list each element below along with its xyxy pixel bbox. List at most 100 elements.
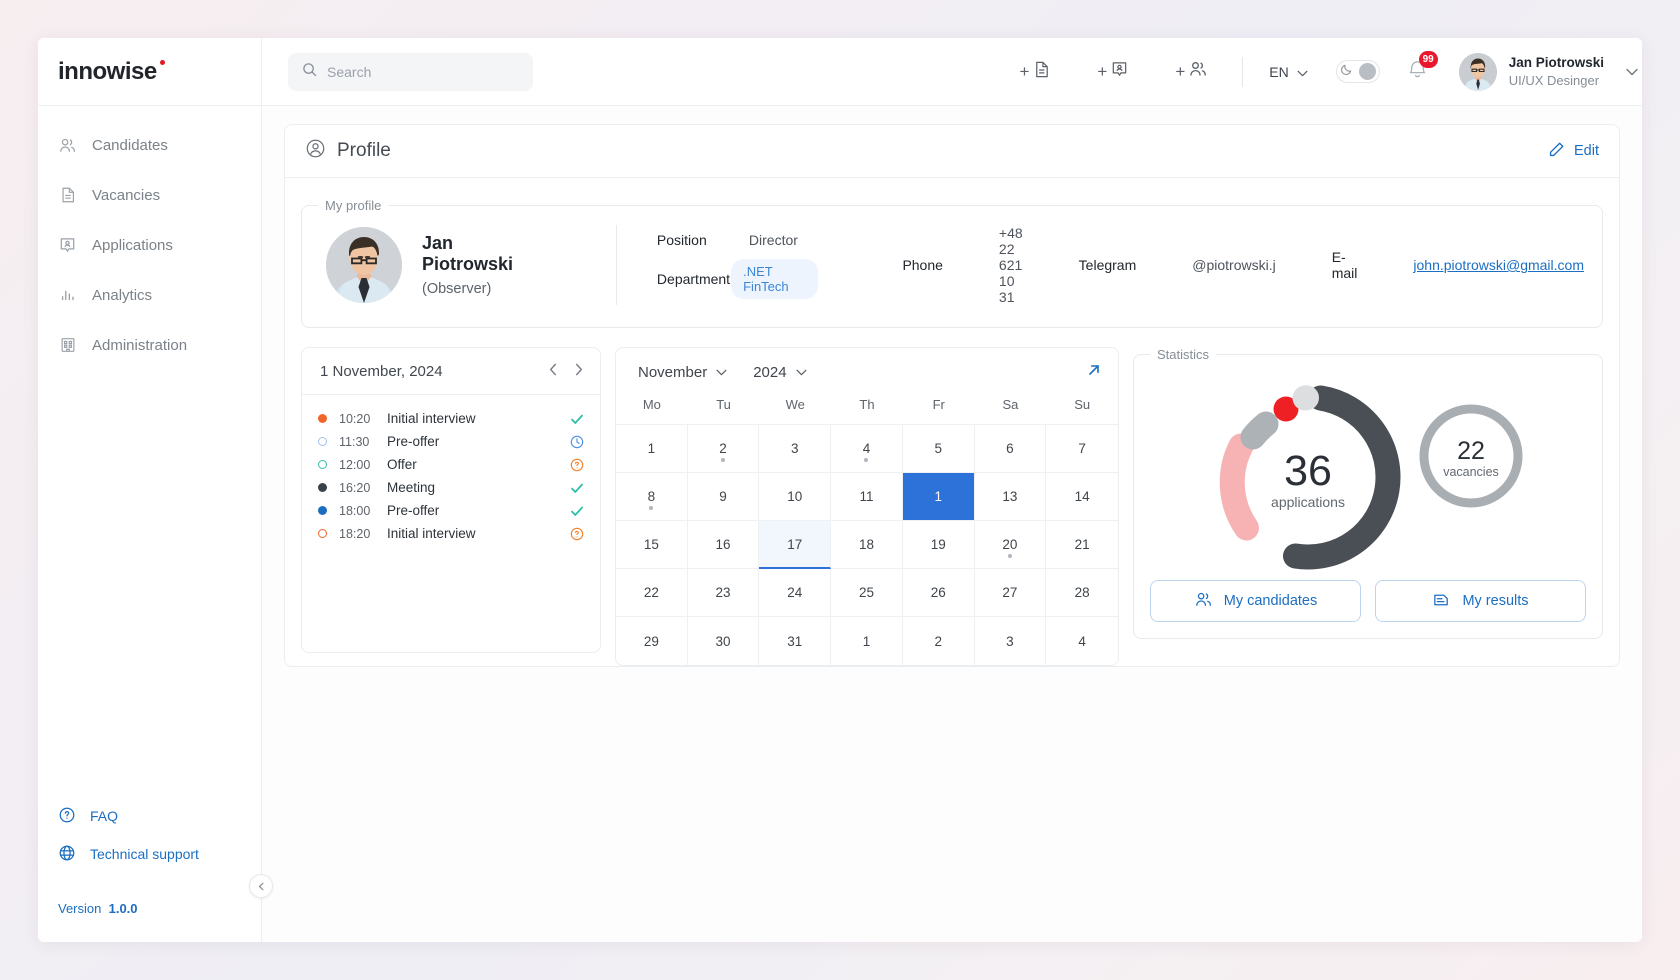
calendar-day-cell[interactable]: 22: [616, 569, 688, 617]
dark-mode-toggle[interactable]: [1335, 60, 1380, 83]
calendar-day-cell[interactable]: 4: [1046, 617, 1118, 665]
events-prev-button[interactable]: [548, 363, 558, 380]
user-menu[interactable]: Jan Piotrowski UI/UX Desinger: [1458, 52, 1604, 91]
calendar-day-cell[interactable]: 24: [759, 569, 832, 617]
document-icon: [58, 186, 77, 205]
calendar-day-number: 4: [1078, 633, 1086, 649]
calendar-day-cell[interactable]: 31: [759, 617, 832, 665]
calendar-day-cell[interactable]: 2: [903, 617, 975, 665]
clock-icon: [570, 435, 584, 448]
sidebar-collapse-button[interactable]: [249, 874, 273, 898]
calendar-day-cell[interactable]: 23: [687, 569, 760, 617]
calendar-day-cell[interactable]: 13: [974, 473, 1047, 521]
add-document-button[interactable]: +: [1019, 60, 1051, 84]
app-logo[interactable]: innowise: [58, 58, 165, 86]
edit-label: Edit: [1574, 143, 1599, 159]
top-header: innowise +: [38, 38, 1642, 106]
statistics-charts: 36 applications 22 vacancies: [1150, 374, 1586, 580]
edit-button[interactable]: Edit: [1548, 141, 1599, 162]
events-next-button[interactable]: [574, 363, 584, 380]
calendar-day-cell[interactable]: 15: [616, 521, 688, 569]
chevron-right-icon: [575, 363, 583, 375]
calendar-day-cell[interactable]: 3: [759, 425, 832, 473]
add-application-button[interactable]: +: [1097, 60, 1129, 84]
profile-panel: Profile Edit My profile Jan Piotrowski (…: [284, 124, 1620, 667]
calendar-day-cell[interactable]: 20: [974, 521, 1047, 569]
sidebar-item-technical-support[interactable]: Technical support: [38, 835, 261, 873]
calendar-day-cell[interactable]: 14: [1046, 473, 1118, 521]
calendar-month-select[interactable]: November: [638, 364, 727, 381]
calendar-weekday: Th: [859, 397, 875, 412]
expand-arrow-icon: [1089, 365, 1099, 375]
calendar-weekday: Fr: [932, 397, 945, 412]
version-info: Version 1.0.0: [38, 901, 261, 916]
sidebar: Candidates Vacancies Applications Analyt…: [38, 106, 273, 942]
sidebar-item-vacancies[interactable]: Vacancies: [38, 170, 261, 220]
question-circle-icon: [58, 806, 76, 827]
event-row[interactable]: 18:00 Pre-offer: [318, 499, 584, 522]
sidebar-item-applications[interactable]: Applications: [38, 220, 261, 270]
sidebar-item-administration[interactable]: Administration: [38, 320, 261, 370]
event-row[interactable]: 11:30 Pre-offer: [318, 430, 584, 453]
calendar-day-cell[interactable]: 16: [687, 521, 760, 569]
event-type-dot-icon: [318, 529, 327, 538]
version-label: Version: [58, 901, 102, 916]
sidebar-item-faq[interactable]: FAQ: [38, 797, 261, 835]
calendar-day-cell[interactable]: 5: [902, 425, 975, 473]
calendar-day-cell[interactable]: 27: [974, 569, 1047, 617]
event-row[interactable]: 10:20 Initial interview: [318, 407, 584, 430]
calendar-day-number: 11: [859, 489, 874, 504]
calendar-day-cell[interactable]: 19: [902, 521, 975, 569]
calendar-week: 8 9 10 11 1 13 14: [616, 473, 1118, 521]
calendar-day-cell[interactable]: 1: [902, 473, 975, 521]
notifications-button[interactable]: 99: [1406, 50, 1438, 86]
event-row[interactable]: 12:00 Offer: [318, 453, 584, 476]
calendar-day-cell[interactable]: 26: [902, 569, 975, 617]
sidebar-item-candidates[interactable]: Candidates: [38, 120, 261, 170]
add-candidate-button[interactable]: +: [1175, 59, 1208, 84]
app-window: innowise +: [38, 38, 1642, 942]
calendar-day-cell[interactable]: 2: [687, 425, 760, 473]
calendar-day-cell[interactable]: 18: [831, 521, 903, 569]
calendar-day-marker-icon: [1007, 554, 1012, 558]
event-row[interactable]: 16:20 Meeting: [318, 476, 584, 499]
calendar-day-cell[interactable]: 10: [759, 473, 832, 521]
department-chip[interactable]: .NET FinTech: [731, 258, 819, 299]
calendar-day-cell[interactable]: 7: [1046, 425, 1118, 473]
calendar-day-cell[interactable]: 28: [1046, 569, 1118, 617]
calendar-year-select[interactable]: 2024: [753, 364, 807, 381]
calendar-day-cell[interactable]: 8: [616, 473, 688, 521]
sidebar-item-analytics[interactable]: Analytics: [38, 270, 261, 320]
statistics-legend: Statistics: [1157, 347, 1210, 362]
calendar-expand-button[interactable]: [1086, 362, 1102, 383]
calendar-day-cell[interactable]: 11: [831, 473, 903, 521]
event-type-dot-icon: [318, 460, 327, 469]
avatar: [1458, 52, 1497, 91]
calendar-day-cell[interactable]: 21: [1046, 521, 1118, 569]
calendar-day-cell[interactable]: 4: [831, 425, 903, 473]
calendar-day-cell[interactable]: 29: [616, 617, 688, 665]
calendar-day-cell[interactable]: 3: [975, 617, 1047, 665]
calendar-day-cell[interactable]: 17: [759, 521, 832, 569]
sidebar-item-label: Applications: [92, 236, 173, 254]
calendar-day-cell[interactable]: 25: [831, 569, 903, 617]
my-results-button[interactable]: My results: [1375, 580, 1586, 622]
plus-icon: +: [1175, 62, 1186, 81]
my-candidates-button[interactable]: My candidates: [1150, 580, 1361, 622]
calendar-day-cell[interactable]: 1: [616, 425, 688, 473]
user-menu-chevron-down-icon[interactable]: [1626, 65, 1638, 79]
email-link[interactable]: john.piotrowski@gmail.com: [1413, 257, 1584, 273]
calendar-year-value: 2024: [753, 364, 787, 381]
calendar-week: 15 16 17 18 19 20 21: [616, 521, 1118, 569]
calendar-day-cell[interactable]: 1: [831, 617, 903, 665]
position-label: Position: [656, 231, 707, 248]
search-box[interactable]: [288, 52, 533, 91]
calendar-day-cell[interactable]: 9: [687, 473, 760, 521]
language-selector[interactable]: EN: [1269, 64, 1308, 80]
search-input[interactable]: [327, 63, 519, 80]
check-icon: [571, 414, 583, 424]
event-title: Initial interview: [387, 526, 476, 541]
calendar-day-cell[interactable]: 30: [688, 617, 760, 665]
event-row[interactable]: 18:20 Initial interview: [318, 522, 584, 545]
calendar-day-cell[interactable]: 6: [974, 425, 1047, 473]
